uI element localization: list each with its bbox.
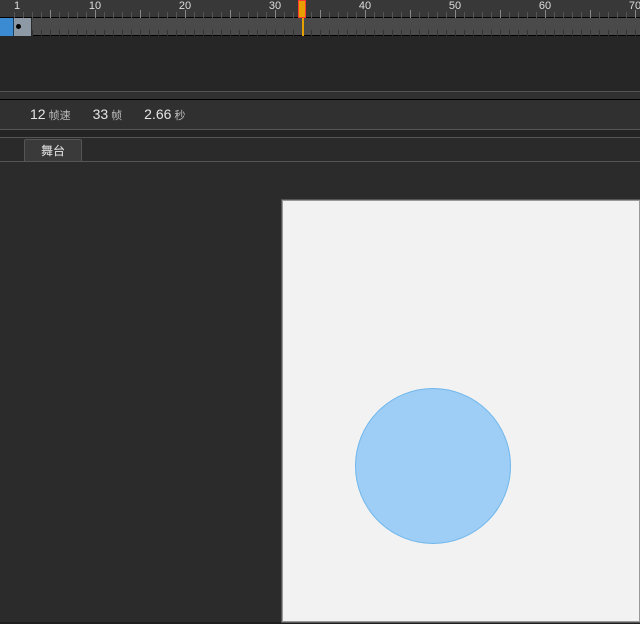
playhead-marker[interactable] bbox=[298, 0, 306, 18]
tab-stage[interactable]: 舞台 bbox=[24, 139, 82, 161]
timeline-empty-area bbox=[0, 36, 640, 92]
fps-value: 12 bbox=[30, 106, 46, 122]
playhead-line[interactable] bbox=[302, 18, 304, 36]
timeline-status-bar: 12 帧速 33 帧 2.66 秒 bbox=[0, 100, 640, 130]
tab-bar: 舞台 bbox=[0, 138, 640, 162]
current-frame-display: 33 帧 bbox=[93, 106, 123, 123]
panel-divider bbox=[0, 130, 640, 138]
shape-circle[interactable] bbox=[355, 388, 511, 544]
fps-display: 12 帧速 bbox=[30, 106, 71, 123]
fps-unit: 帧速 bbox=[49, 107, 71, 123]
frame-value: 33 bbox=[93, 106, 109, 122]
stage-panel[interactable] bbox=[0, 162, 640, 622]
time-value: 2.66 bbox=[144, 106, 171, 122]
timeline-track[interactable] bbox=[0, 18, 640, 36]
ruler-label: 1 bbox=[14, 0, 20, 12]
keyframe-dot-icon[interactable] bbox=[16, 24, 21, 29]
elapsed-time-display: 2.66 秒 bbox=[144, 106, 185, 123]
time-unit: 秒 bbox=[174, 107, 185, 123]
timeline-controls-row bbox=[0, 92, 640, 100]
stage-canvas[interactable] bbox=[282, 200, 640, 622]
timeline-ruler[interactable]: 110203040506070 bbox=[0, 0, 640, 18]
tween-span[interactable] bbox=[14, 18, 32, 36]
frame-unit: 帧 bbox=[111, 107, 122, 123]
